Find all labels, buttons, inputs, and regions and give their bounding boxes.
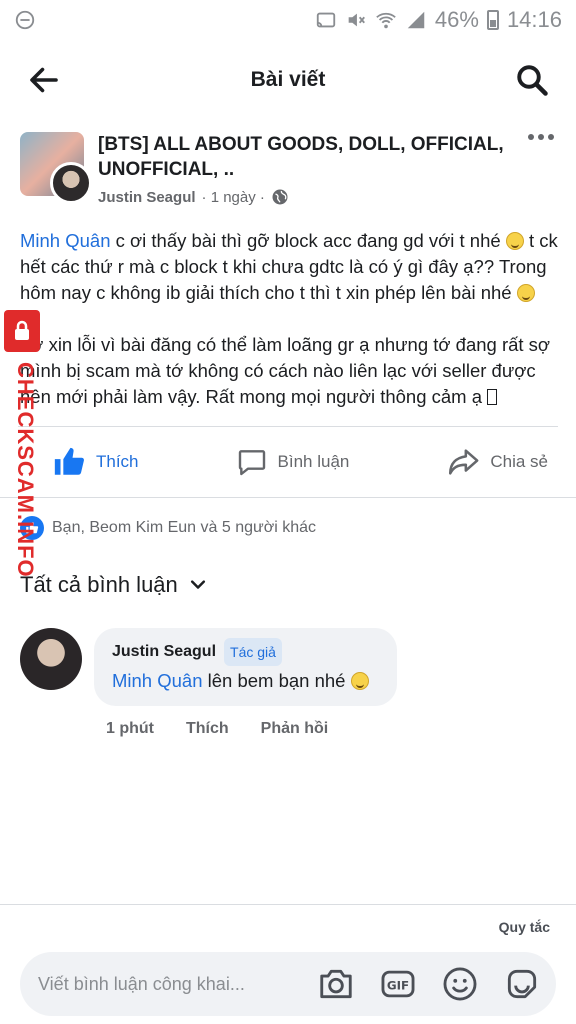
comment-content: Justin Seagul Tác giả Minh Quân lên bem … — [94, 628, 397, 738]
post-paragraph-2: Tớ xin lỗi vì bài đăng có thể làm loãng … — [20, 332, 558, 410]
back-arrow-icon — [30, 67, 58, 93]
author-badge: Tác giả — [224, 638, 282, 666]
thumbs-up-icon — [54, 447, 84, 475]
post-text-2: Tớ xin lỗi vì bài đăng có thể làm loãng … — [20, 334, 551, 407]
camera-button[interactable] — [314, 962, 358, 1006]
comment-name-row: Justin Seagul Tác giả — [112, 638, 369, 666]
post-header: [BTS] ALL ABOUT GOODS, DOLL, OFFICIAL, U… — [0, 120, 576, 206]
comment-actions: 1 phút Thích Phản hồi — [94, 706, 397, 738]
post-text-1a: c ơi thấy bài thì gỡ block acc đang gd v… — [110, 230, 501, 251]
comment-time: 1 phút — [106, 720, 154, 737]
mute-icon — [348, 13, 365, 27]
comment-bubble-icon — [238, 450, 265, 476]
wifi-icon — [376, 12, 396, 29]
battery-icon — [486, 10, 499, 30]
comment-filter-dropdown[interactable]: Tất cả bình luận — [0, 540, 576, 598]
search-button[interactable] — [510, 58, 554, 102]
reactions-summary[interactable]: Bạn, Beom Kim Eun và 5 người khác — [0, 498, 576, 540]
like-button[interactable]: Thích — [52, 445, 139, 479]
dot-icon — [538, 134, 544, 140]
share-arrow-icon — [449, 449, 479, 475]
dot-icon — [548, 134, 554, 140]
watermark-lock-icon — [4, 310, 40, 352]
watermark: CHECKSCAM.INFO — [4, 310, 42, 590]
smile-emoji-icon — [516, 284, 535, 302]
cast-icon — [316, 12, 336, 28]
comment-mention-link[interactable]: Minh Quân — [112, 670, 203, 691]
gif-button[interactable]: GIF — [376, 962, 420, 1006]
group-name[interactable]: [BTS] ALL ABOUT GOODS, DOLL, OFFICIAL, U… — [98, 132, 514, 182]
commenter-name[interactable]: Justin Seagul — [112, 643, 216, 661]
svg-text:GIF: GIF — [387, 979, 409, 993]
app-header: Bài viết — [0, 40, 576, 120]
sticker-icon — [507, 969, 537, 999]
comment-label: Bình luận — [277, 452, 350, 471]
post-sub-meta: Justin Seagul · 1 ngày · — [98, 188, 514, 206]
comment-composer: Quy tắc GIF — [0, 904, 576, 1024]
smile-emoji-icon — [350, 672, 369, 690]
post-body: Minh Quân c ơi thấy bài thì gỡ block acc… — [0, 206, 576, 410]
status-left — [14, 9, 36, 31]
mention-link[interactable]: Minh Quân — [20, 230, 111, 251]
avatar-stack[interactable] — [20, 132, 92, 204]
comment-input[interactable] — [38, 973, 296, 995]
back-button[interactable] — [22, 58, 66, 102]
missing-glyph-icon — [487, 389, 498, 405]
globe-icon — [272, 189, 288, 205]
author-avatar[interactable] — [50, 162, 92, 204]
smile-emoji-icon — [505, 232, 524, 250]
dot-icon — [528, 134, 534, 140]
battery-percent: 46% — [434, 7, 479, 32]
status-bar: 46% 14:16 — [0, 0, 576, 40]
comment-button[interactable]: Bình luận — [236, 446, 350, 478]
search-icon — [517, 65, 548, 96]
sticker-button[interactable] — [500, 962, 544, 1006]
page-title: Bài viết — [250, 68, 326, 91]
emoji-button[interactable] — [438, 962, 482, 1006]
comment-text: Minh Quân lên bem bạn nhé — [112, 670, 369, 692]
do-not-disturb-icon — [15, 10, 35, 30]
comments-title: Tất cả bình luận — [20, 572, 178, 597]
clock: 14:16 — [506, 7, 562, 32]
comment-reply-button[interactable]: Phản hồi — [261, 720, 329, 738]
reactions-text: Bạn, Beom Kim Eun và 5 người khác — [52, 519, 316, 536]
post-author[interactable]: Justin Seagul — [98, 189, 196, 206]
commenter-avatar[interactable] — [20, 628, 82, 690]
emoji-icon — [443, 967, 477, 1001]
comment-body: lên bem bạn nhé — [202, 670, 351, 691]
comment-like-button[interactable]: Thích — [186, 720, 229, 738]
watermark-text: CHECKSCAM.INFO — [13, 362, 38, 578]
camera-icon — [320, 969, 352, 999]
post-paragraph-1: Minh Quân c ơi thấy bài thì gỡ block acc… — [20, 228, 558, 306]
share-button[interactable]: Chia sẻ — [446, 445, 548, 479]
chevron-down-icon — [190, 580, 205, 589]
status-right: 46% 14:16 — [315, 7, 562, 33]
comment-input-row: GIF — [20, 952, 556, 1016]
signal-icon — [407, 11, 425, 29]
post-action-bar: Thích Bình luận Chia sẻ — [0, 427, 576, 497]
rules-link[interactable]: Quy tắc — [499, 919, 550, 935]
gif-icon: GIF — [381, 970, 415, 998]
like-label: Thích — [96, 452, 139, 471]
post-meta: [BTS] ALL ABOUT GOODS, DOLL, OFFICIAL, U… — [98, 132, 558, 206]
comment-item: Justin Seagul Tác giả Minh Quân lên bem … — [0, 598, 576, 738]
comment-bubble[interactable]: Justin Seagul Tác giả Minh Quân lên bem … — [94, 628, 397, 706]
post-time: · 1 ngày · — [201, 188, 265, 206]
more-options-button[interactable] — [528, 134, 554, 140]
share-label: Chia sẻ — [490, 452, 548, 471]
